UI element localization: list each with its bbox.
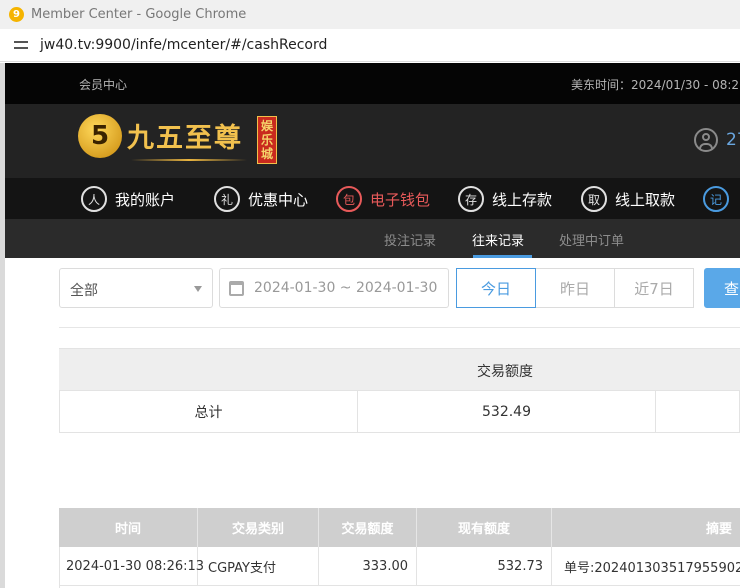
browser-title-bar: 9 Member Center - Google Chrome <box>0 0 740 29</box>
tab-bet-records[interactable]: 投注记录 <box>384 230 436 249</box>
url-text[interactable]: jw40.tv:9900/infe/mcenter/#/cashRecord <box>40 37 327 53</box>
top-info-bar: 会员中心 美东时间：2024/01/30 - 08:26 <box>5 63 740 104</box>
tab-cash-records[interactable]: 往来记录 <box>472 230 524 249</box>
deposit-icon: 存 <box>458 186 484 212</box>
nav-label: 线上存款 <box>492 190 553 209</box>
divider <box>59 327 740 328</box>
logo-badge-char: 娱 <box>260 119 273 133</box>
wallet-icon: 包 <box>336 186 362 212</box>
cell-time: 2024-01-30 08:26:13 <box>60 547 204 586</box>
summary-total-value: 532.49 <box>482 403 531 420</box>
nav-label: 电子钱包 <box>370 190 431 209</box>
date-range-value: 2024-01-30 ~ 2024-01-30 <box>254 280 438 296</box>
site-favicon-icon: 9 <box>9 7 24 22</box>
date-range-input[interactable]: 2024-01-30 ~ 2024-01-30 <box>219 268 449 308</box>
user-icon: 人 <box>81 186 107 212</box>
report-icon: 记 <box>703 186 729 212</box>
us-eastern-time: 美东时间：2024/01/30 - 08:26 <box>571 78 740 92</box>
summary-total-label: 总计 <box>194 404 223 421</box>
withdraw-icon: 取 <box>581 186 607 212</box>
site-settings-icon[interactable] <box>14 38 28 52</box>
nav-label: 优惠中心 <box>248 190 309 209</box>
cell-type: CGPAY支付 <box>198 547 319 586</box>
table-row: 2024-01-30 08:26:13 CGPAY支付 333.00 532.7… <box>59 547 740 588</box>
type-select-value: 全部 <box>70 283 98 299</box>
logo-text[interactable]: 九五至尊 <box>127 116 243 155</box>
member-center-link[interactable]: 会员中心 <box>79 76 127 93</box>
yesterday-button[interactable]: 昨日 <box>535 268 615 308</box>
gift-icon: 礼 <box>214 186 240 212</box>
nav-label: 我的账户 <box>115 190 176 209</box>
logo-badge: 娱 乐 城 <box>257 116 277 164</box>
summary-header-label: 交易额度 <box>477 364 533 380</box>
cell-summary: 单号:202401303517955902 <box>552 547 740 586</box>
user-avatar-icon[interactable] <box>694 128 718 152</box>
active-tab-underline <box>473 255 532 258</box>
nav-online-withdraw[interactable]: 取 线上取款 <box>581 184 675 214</box>
nav-e-wallet[interactable]: 包 电子钱包 <box>336 184 430 214</box>
window-title: Member Center - Google Chrome <box>31 7 247 22</box>
nav-records[interactable]: 记 <box>703 184 737 214</box>
cell-separator <box>655 391 656 432</box>
column-header-amount: 交易额度 <box>319 508 417 547</box>
nav-online-deposit[interactable]: 存 线上存款 <box>458 184 552 214</box>
tab-pending-orders[interactable]: 处理中订单 <box>559 230 624 249</box>
records-table-header: 时间 交易类别 交易额度 现有额度 摘要 <box>59 508 740 547</box>
summary-row: 总计 532.49 <box>59 390 740 433</box>
logo-underline <box>131 159 247 161</box>
nav-my-account[interactable]: 人 我的账户 <box>81 184 175 214</box>
chevron-down-icon <box>194 286 202 292</box>
address-bar[interactable]: jw40.tv:9900/infe/mcenter/#/cashRecord <box>0 29 740 62</box>
logo-mark-icon[interactable]: 5 <box>78 114 122 158</box>
cell-amount: 333.00 <box>319 547 417 586</box>
column-header-balance: 现有额度 <box>417 508 552 547</box>
type-select[interactable]: 全部 <box>59 268 213 308</box>
username-text[interactable]: 27 <box>726 130 740 150</box>
main-nav: 人 我的账户 礼 优惠中心 包 电子钱包 存 线上存款 取 线上取款 记 <box>5 178 740 219</box>
nav-promotions[interactable]: 礼 优惠中心 <box>214 184 308 214</box>
today-button[interactable]: 今日 <box>456 268 536 308</box>
sub-nav: 投注记录 往来记录 处理中订单 <box>5 219 740 258</box>
calendar-icon <box>229 281 244 296</box>
logo-badge-char: 城 <box>260 147 273 161</box>
query-button[interactable]: 查 <box>704 268 740 308</box>
summary-header: 交易额度 <box>59 348 740 390</box>
column-header-time: 时间 <box>59 508 198 547</box>
logo-badge-char: 乐 <box>260 133 273 147</box>
cell-balance: 532.73 <box>417 547 552 586</box>
last-7-days-button[interactable]: 近7日 <box>614 268 694 308</box>
nav-label: 线上取款 <box>615 190 676 209</box>
column-header-type: 交易类别 <box>198 508 319 547</box>
header-logo-band: 5 九五至尊 娱 乐 城 27 <box>5 104 740 178</box>
column-header-summary: 摘要 <box>705 522 732 537</box>
